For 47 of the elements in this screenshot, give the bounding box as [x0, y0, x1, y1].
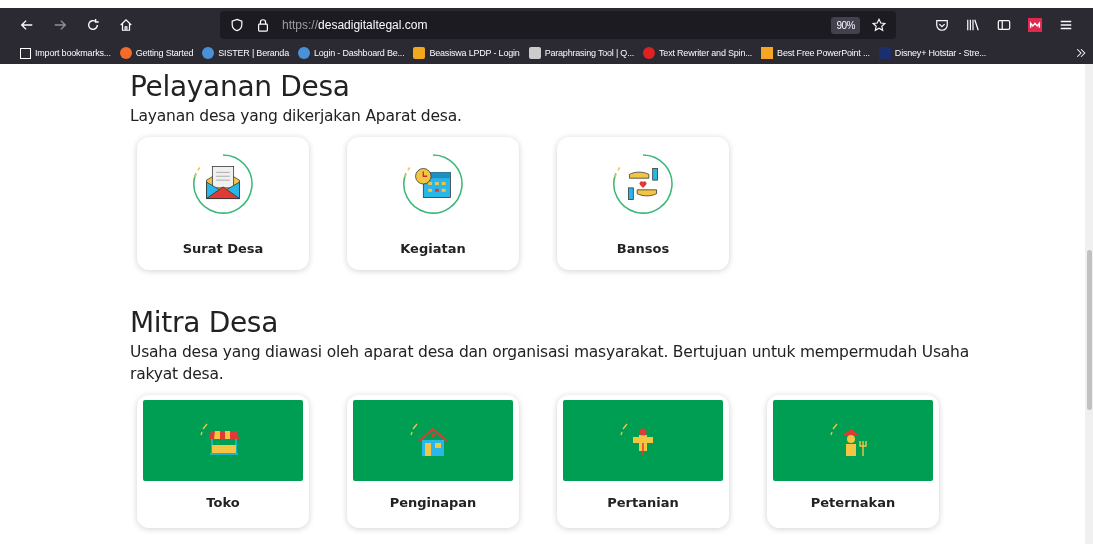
lock-icon	[256, 18, 270, 32]
service-card[interactable]: Surat Desa	[137, 137, 309, 270]
scrollbar[interactable]	[1085, 64, 1093, 544]
service-icon	[612, 153, 674, 215]
section-description: Layanan desa yang dikerjakan Aparat desa.	[130, 106, 463, 127]
card-label: Kegiatan	[400, 241, 466, 256]
service-card[interactable]: Bansos	[557, 137, 729, 270]
shield-icon[interactable]	[230, 18, 244, 32]
bookmark[interactable]: Import bookmarks...	[20, 47, 111, 59]
card-label: Pertanian	[607, 495, 679, 510]
star-icon[interactable]	[872, 18, 886, 32]
bookmark[interactable]: Disney+ Hotstar - Stre...	[878, 47, 987, 59]
section-description: Usaha desa yang diawasi oleh aparat desa dan organisasi masyarakat. Bertujuan untuk mempermudah Usaha rakyat desa.	[130, 342, 970, 385]
service-icon	[192, 153, 254, 215]
service-card[interactable]: Peternakan	[767, 395, 939, 528]
bookmark[interactable]: Paraphrasing Tool | Q...	[528, 47, 635, 59]
card-label: Penginapan	[389, 495, 477, 510]
scrollbar-thumb[interactable]	[1087, 250, 1092, 410]
zoom-badge[interactable]: 90%	[831, 16, 860, 34]
home-icon[interactable]	[119, 18, 133, 32]
section-title: Mitra Desa	[130, 306, 280, 339]
pocket-icon[interactable]	[935, 18, 949, 32]
back-icon[interactable]	[20, 18, 34, 32]
card-label: Surat Desa	[182, 241, 264, 256]
overflow-icon[interactable]	[1075, 47, 1087, 59]
section-title: Pelayanan Desa	[130, 70, 351, 103]
sidebar-icon[interactable]	[997, 18, 1011, 32]
reload-icon[interactable]	[86, 18, 100, 32]
service-card[interactable]: Toko	[137, 395, 309, 528]
card-label: Bansos	[616, 241, 670, 256]
bookmark[interactable]: Best Free PowerPoint ...	[761, 47, 870, 59]
bookmark[interactable]: Text Rewriter and Spin...	[643, 47, 753, 59]
card-label: Peternakan	[810, 495, 896, 510]
menu-icon[interactable]	[1059, 18, 1073, 32]
service-card[interactable]: Pertanian	[557, 395, 729, 528]
service-card[interactable]: Kegiatan	[347, 137, 519, 270]
service-card[interactable]: Penginapan	[347, 395, 519, 528]
bookmark[interactable]: Getting Started	[119, 47, 194, 59]
library-icon[interactable]	[966, 18, 980, 32]
card-label: Toko	[206, 495, 240, 510]
bookmark[interactable]: SISTER | Beranda	[202, 47, 289, 59]
bookmark[interactable]: Login - Dashboard Be...	[297, 47, 405, 59]
service-icon	[402, 153, 464, 215]
extension-icon[interactable]	[1028, 18, 1042, 32]
bookmark[interactable]: Beasiswa LPDP - Login	[413, 47, 520, 59]
forward-icon[interactable]	[53, 18, 67, 32]
address-bar[interactable]: https://desadigitaltegal.com 90%	[220, 11, 896, 39]
